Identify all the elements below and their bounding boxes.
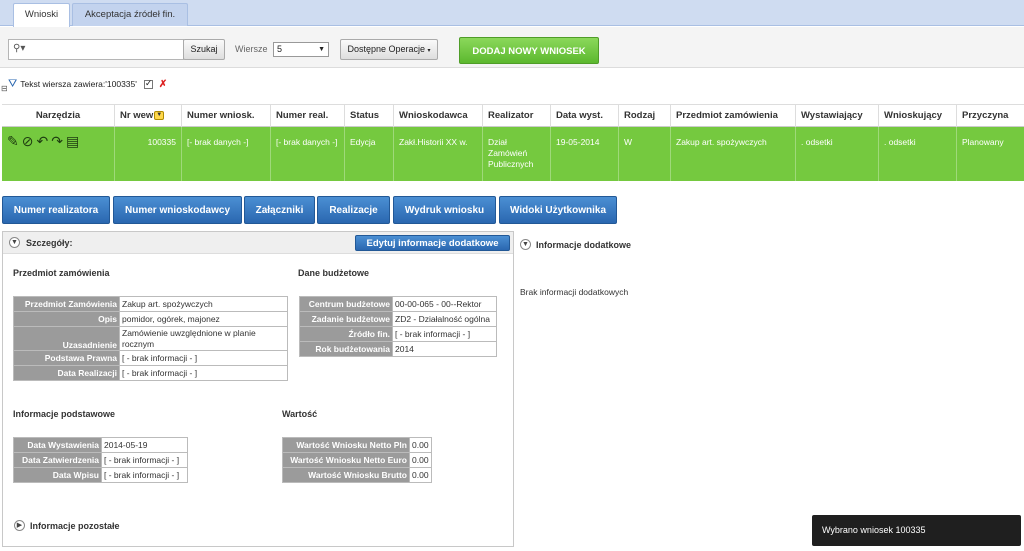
col-wnioskujacy[interactable]: Wnioskujący [879, 105, 957, 128]
table-row: Data Wpisu[ - brak informacji - ] [13, 467, 188, 483]
cell-wystawiajacy: . odsetki [796, 127, 879, 181]
dropdown-arrow-icon: ▼ [318, 46, 325, 53]
collapse-details-icon[interactable]: ▼ [9, 237, 20, 248]
podstawowe-table: Data Wystawienia 2014-05-19 Data Zatwierd… [13, 437, 188, 483]
wydruk-wniosku-button[interactable]: Wydruk wniosku [393, 196, 496, 224]
details-header: ▼ Szczegóły: Edytuj informacje dodatkowe [3, 232, 513, 254]
table-row: Uzasadnienie Zamówienie uwzględnione w pl… [13, 326, 288, 351]
table-row: Centrum budżetowe 00-00-065 - 00--Rektor [299, 296, 497, 312]
details-panel: ▼ Szczegóły: Edytuj informacje dodatkowe… [2, 231, 514, 547]
clear-filter-icon[interactable]: ✗ [159, 79, 167, 90]
cell-data-wyst: 19-05-2014 [551, 127, 619, 181]
table-row: Opis pomidor, ogórek, majonez [13, 311, 288, 327]
filter-text: Tekst wiersza zawiera:'100335' [20, 79, 137, 89]
tab-akceptacja[interactable]: Akceptacja źródeł fin. [72, 3, 188, 26]
notification-toast: Wybrano wniosek 100335 [812, 515, 1021, 546]
toolbar: ⚲▾ Szukaj Wiersze 5 ▼ Dostępne Operacje … [0, 27, 1024, 68]
undo-icon[interactable]: ↶ [36, 134, 48, 148]
add-request-button[interactable]: DODAJ NOWY WNIOSEK [459, 37, 599, 64]
table-row: Rok budżetowania 2014 [299, 341, 497, 357]
cell-przyczyna: Planowany [962, 137, 1004, 147]
numer-wnioskodawcy-button[interactable]: Numer wnioskodawcy [113, 196, 242, 224]
table-row: Data Wystawienia 2014-05-19 [13, 437, 188, 453]
wartosc-section-title: Wartość [282, 409, 318, 419]
edit-icon[interactable]: ✎ [7, 134, 19, 148]
col-wnioskodawca[interactable]: Wnioskodawca [394, 105, 483, 128]
col-wystawiajacy[interactable]: Wystawiający [796, 105, 879, 128]
row-tools: ✎ ⊘ ↶ ↷ ▤ [2, 127, 115, 181]
caret-down-icon: ▾ [427, 48, 431, 54]
realizacje-button[interactable]: Realizacje [317, 196, 390, 224]
table-row: Wartość Wniosku Brutto 0.00 [282, 467, 432, 483]
table-row: Przedmiot Zamówienia Zakup art. spożywczy… [13, 296, 288, 312]
podstawowe-section-title: Informacje podstawowe [13, 409, 116, 419]
cell-numer-wniosku: [- brak danych -] [182, 127, 271, 181]
tab-wnioski[interactable]: Wnioski [13, 3, 70, 27]
filter-icon: ⛛ [8, 77, 18, 90]
cell-wnioskodawca: Zakł.Historii XX w. [394, 127, 483, 181]
rows-label: Wiersze [235, 44, 268, 54]
col-nr-wew[interactable]: Nr wew ▼ [115, 105, 182, 128]
table-row: Data Zatwierdzenia[ - brak informacji - … [13, 452, 188, 468]
wartosc-table: Wartość Wniosku Netto Pln 0.00 Wartość Wn… [282, 437, 432, 483]
cancel-icon[interactable]: ⊘ [22, 134, 34, 148]
widoki-uzytkownika-button[interactable]: Widoki Użytkownika [499, 196, 617, 224]
col-przedmiot[interactable]: Przedmiot zamówienia [671, 105, 796, 128]
operations-dropdown-button[interactable]: Dostępne Operacje ▾ [340, 39, 438, 60]
col-przyczyna[interactable]: Przyczyna [957, 105, 1024, 128]
book-icon[interactable]: ▤ [66, 134, 79, 148]
cell-status: Edycja [345, 127, 394, 181]
expand-pozostale-icon[interactable]: ▶ [14, 520, 25, 531]
col-numer-wniosku[interactable]: Numer wniosk. [182, 105, 271, 128]
search-input[interactable]: ⚲▾ [8, 39, 184, 60]
active-filter: ⛛ Tekst wiersza zawiera:'100335' ✗ [8, 77, 167, 91]
cell-realizator: Dział Zamówień Publicznych [483, 127, 551, 181]
cell-rodzaj: W [619, 127, 671, 181]
table-row: Data Realizacji[ - brak informacji - ] [13, 365, 288, 381]
table-row: Podstawa Prawna[ - brak informacji - ] [13, 350, 288, 366]
table-row[interactable]: ✎ ⊘ ↶ ↷ ▤ 100335 [- brak danych -] [- br… [2, 127, 1024, 181]
zalaczniki-button[interactable]: Załączniki [244, 196, 315, 224]
search-icon: ⚲▾ [13, 43, 26, 54]
przedmiot-table: Przedmiot Zamówienia Zakup art. spożywczy… [13, 296, 288, 381]
sort-desc-icon[interactable]: ▼ [154, 110, 165, 120]
rows-select[interactable]: 5 ▼ [273, 42, 329, 57]
cell-nr-wew: 100335 [115, 127, 182, 181]
col-rodzaj[interactable]: Rodzaj [619, 105, 671, 128]
search-button[interactable]: Szukaj [183, 39, 225, 60]
collapse-filter-icon[interactable]: ⊟ [1, 84, 8, 93]
filter-enabled-checkbox[interactable] [143, 78, 153, 89]
details-title: Szczegóły: [26, 238, 73, 248]
forward-icon[interactable]: ↷ [51, 134, 63, 148]
budzet-table: Centrum budżetowe 00-00-065 - 00--Rektor … [299, 296, 497, 357]
table-row: Zadanie budżetowe ZD2 - Działalność ogóln… [299, 311, 497, 327]
edit-extra-info-button[interactable]: Edytuj informacje dodatkowe [355, 235, 510, 251]
extra-info-empty-text: Brak informacji dodatkowych [520, 287, 629, 297]
col-narzedzia[interactable]: Narzędzia [2, 105, 115, 128]
table-row: Wartość Wniosku Netto Pln 0.00 [282, 437, 432, 453]
table-header: Narzędzia Nr wew ▼ Numer wniosk. Numer re… [2, 104, 1024, 128]
budzet-section-title: Dane budżetowe [298, 268, 370, 278]
table-row: Źródło fin.[ - brak informacji - ] [299, 326, 497, 342]
tab-bar: Wnioski Akceptacja źródeł fin. [0, 0, 1024, 27]
extra-info-title: Informacje dodatkowe [536, 240, 632, 250]
col-realizator[interactable]: Realizator [483, 105, 551, 128]
col-status[interactable]: Status [345, 105, 394, 128]
col-numer-real[interactable]: Numer real. [271, 105, 345, 128]
pozostale-section-title[interactable]: Informacje pozostałe [30, 521, 120, 531]
cell-wnioskujacy: . odsetki [879, 127, 957, 181]
collapse-extra-info-icon[interactable]: ▼ [520, 239, 531, 250]
przedmiot-section-title: Przedmiot zamówienia [13, 268, 110, 278]
cell-numer-real: [- brak danych -] [271, 127, 345, 181]
numer-realizatora-button[interactable]: Numer realizatora [2, 196, 110, 224]
table-row: Wartość Wniosku Netto Euro 0.00 [282, 452, 432, 468]
col-data-wyst[interactable]: Data wyst. [551, 105, 619, 128]
cell-przedmiot: Zakup art. spożywczych [671, 127, 796, 181]
